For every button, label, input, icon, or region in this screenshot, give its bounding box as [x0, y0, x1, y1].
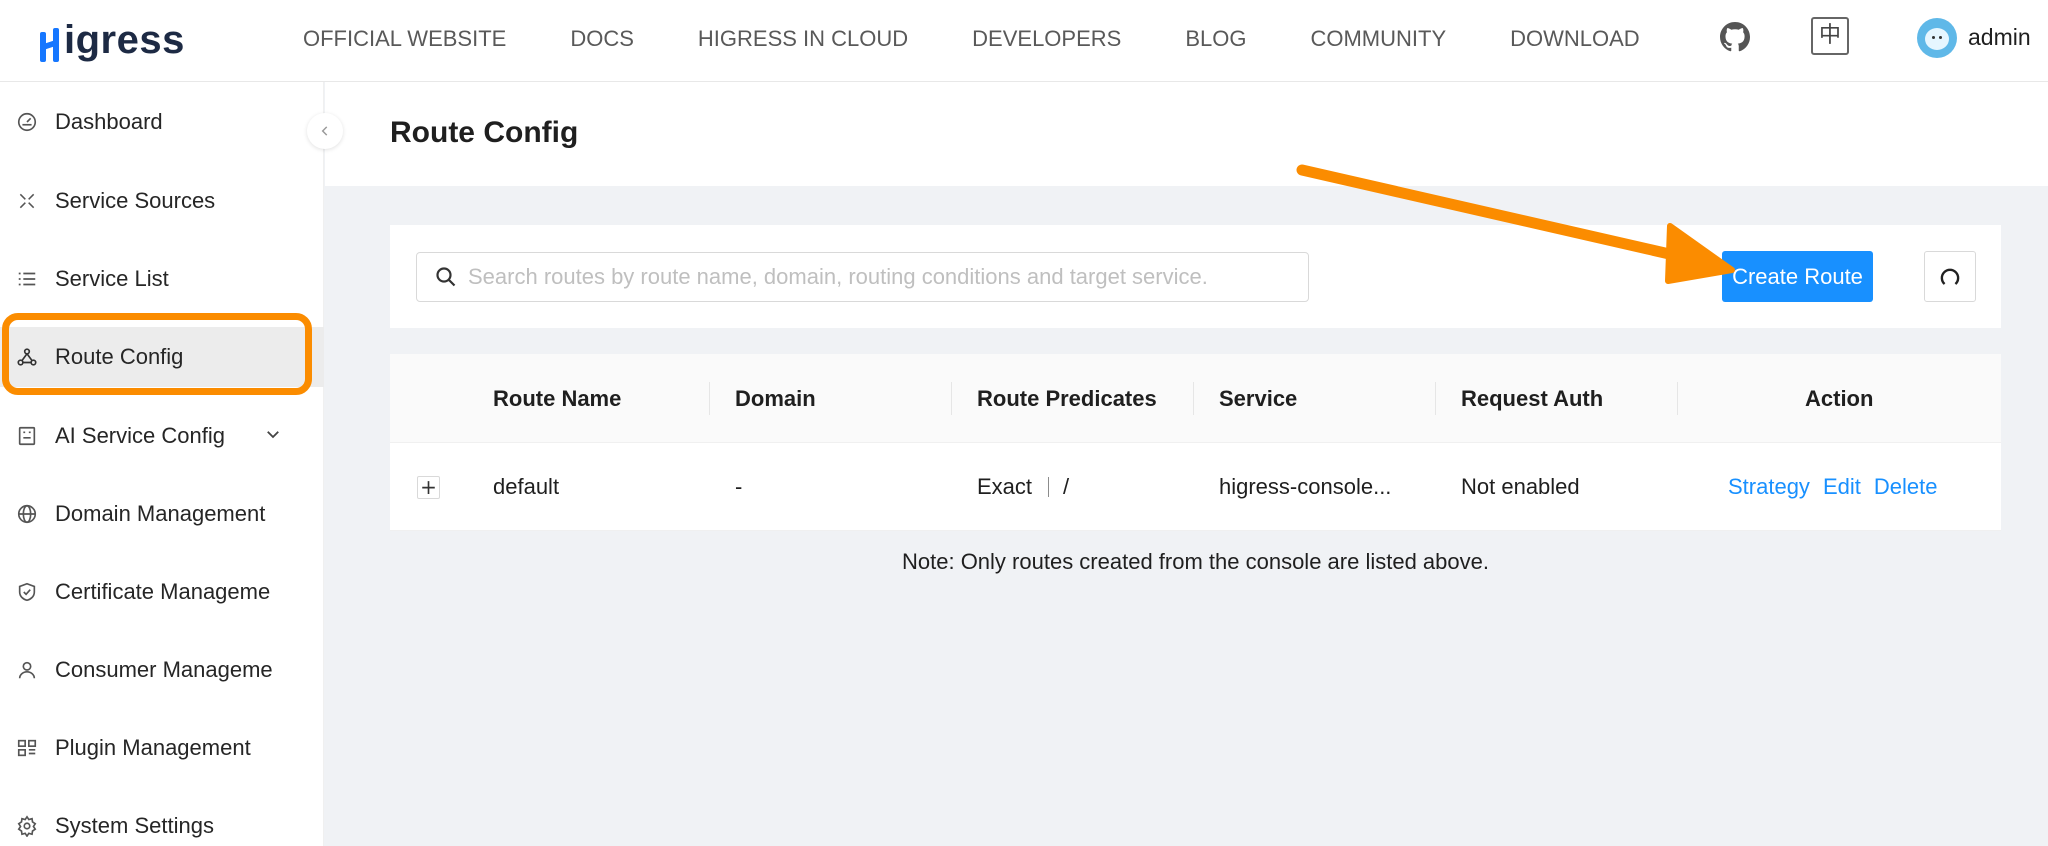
sidebar-item-label: Service List [55, 266, 169, 291]
column-header-route-name: Route Name [493, 386, 622, 411]
github-icon[interactable] [1720, 22, 1750, 52]
shield-icon [15, 580, 39, 604]
sidebar-item-label: Service Sources [55, 188, 216, 213]
chevron-down-icon[interactable] [264, 423, 282, 449]
nav-higress-in-cloud[interactable]: HIGRESS IN CLOUD [698, 22, 908, 56]
cell-route-name: default [493, 474, 560, 499]
strategy-link[interactable]: Strategy [1728, 474, 1810, 499]
refresh-button[interactable] [1924, 251, 1976, 302]
table-note: Note: Only routes created from the conso… [902, 549, 1489, 574]
cell-route-predicates: Exact / [977, 443, 1069, 531]
cell-actions: Strategy Edit Delete [1728, 443, 1950, 531]
sidebar-item-label: Certificate Manageme [55, 579, 271, 604]
logo-mark-icon [40, 28, 62, 62]
expand-row-button[interactable]: + [417, 476, 440, 499]
sidebar-item-label: Dashboard [55, 109, 163, 134]
column-header-service: Service [1219, 386, 1298, 411]
nav-official-website[interactable]: OFFICIAL WEBSITE [303, 22, 506, 56]
nav-blog[interactable]: BLOG [1185, 22, 1246, 56]
nav-community[interactable]: COMMUNITY [1310, 22, 1446, 56]
sidebar: Dashboard Service Sources Service List R… [0, 82, 324, 846]
sidebar-collapse-button[interactable] [307, 113, 343, 149]
page-header: Route Config [325, 82, 2048, 186]
logo-text: igress [64, 18, 185, 62]
sidebar-item-label: Plugin Management [55, 735, 251, 760]
table-header: Route Name Domain Route Predicates Servi… [390, 354, 2001, 443]
nav-download[interactable]: DOWNLOAD [1510, 22, 1640, 56]
sidebar-item-system-settings[interactable]: System Settings [0, 796, 324, 846]
search-input[interactable] [468, 264, 1288, 290]
predicate-type: Exact [977, 474, 1033, 499]
create-route-button[interactable]: Create Route [1722, 251, 1873, 302]
sidebar-item-certificate-management[interactable]: Certificate Manageme [0, 562, 324, 622]
language-toggle-button[interactable]: 中 [1811, 17, 1849, 55]
cell-domain: - [735, 474, 743, 499]
globe-icon [15, 502, 39, 526]
username[interactable]: admin [1968, 24, 2031, 51]
column-header-action: Action [1805, 386, 1874, 411]
table-row: + default - Exact / higress-console... No… [390, 443, 2001, 531]
plugin-icon [15, 736, 39, 760]
service-sources-icon [15, 189, 39, 213]
chevron-left-icon [321, 126, 328, 136]
sidebar-item-label: AI Service Config [55, 423, 225, 448]
sidebar-item-domain-management[interactable]: Domain Management [0, 484, 324, 544]
cell-service: higress-console... [1219, 474, 1392, 499]
search-toolbar: Create Route [390, 225, 2001, 328]
sidebar-item-label: Consumer Manageme [55, 657, 273, 682]
sidebar-item-service-sources[interactable]: Service Sources [0, 171, 324, 231]
cell-request-auth: Not enabled [1461, 474, 1580, 499]
sidebar-item-ai-service-config[interactable]: AI Service Config [0, 406, 324, 466]
list-icon [15, 267, 39, 291]
higress-logo[interactable]: igress [40, 12, 185, 62]
avatar[interactable] [1917, 18, 1957, 58]
top-nav: OFFICIAL WEBSITE DOCS HIGRESS IN CLOUD D… [303, 22, 1640, 56]
gear-icon [15, 814, 39, 838]
sidebar-item-label: System Settings [55, 813, 214, 838]
page-title: Route Config [390, 116, 579, 149]
routes-table: Route Name Domain Route Predicates Servi… [390, 354, 2001, 531]
user-icon [15, 658, 39, 682]
sidebar-item-plugin-management[interactable]: Plugin Management [0, 718, 324, 778]
search-box[interactable] [416, 252, 1309, 302]
search-icon [436, 267, 456, 287]
nav-developers[interactable]: DEVELOPERS [972, 22, 1121, 56]
predicate-path: / [1063, 474, 1070, 499]
top-header: igress OFFICIAL WEBSITE DOCS HIGRESS IN … [0, 0, 2048, 82]
sidebar-item-consumer-management[interactable]: Consumer Manageme [0, 640, 324, 700]
column-header-domain: Domain [735, 386, 816, 411]
sidebar-item-label: Domain Management [55, 501, 266, 526]
nav-docs[interactable]: DOCS [570, 22, 634, 56]
sidebar-item-service-list[interactable]: Service List [0, 249, 324, 309]
ai-icon [15, 424, 39, 448]
delete-link[interactable]: Delete [1874, 474, 1938, 499]
column-header-route-predicates: Route Predicates [977, 386, 1157, 411]
column-header-request-auth: Request Auth [1461, 386, 1604, 411]
annotation-highlight-box [2, 313, 312, 395]
edit-link[interactable]: Edit [1823, 474, 1861, 499]
sidebar-item-dashboard[interactable]: Dashboard [0, 92, 324, 152]
predicate-divider [1048, 477, 1050, 497]
refresh-icon [1940, 268, 1960, 285]
dashboard-icon [15, 110, 39, 134]
